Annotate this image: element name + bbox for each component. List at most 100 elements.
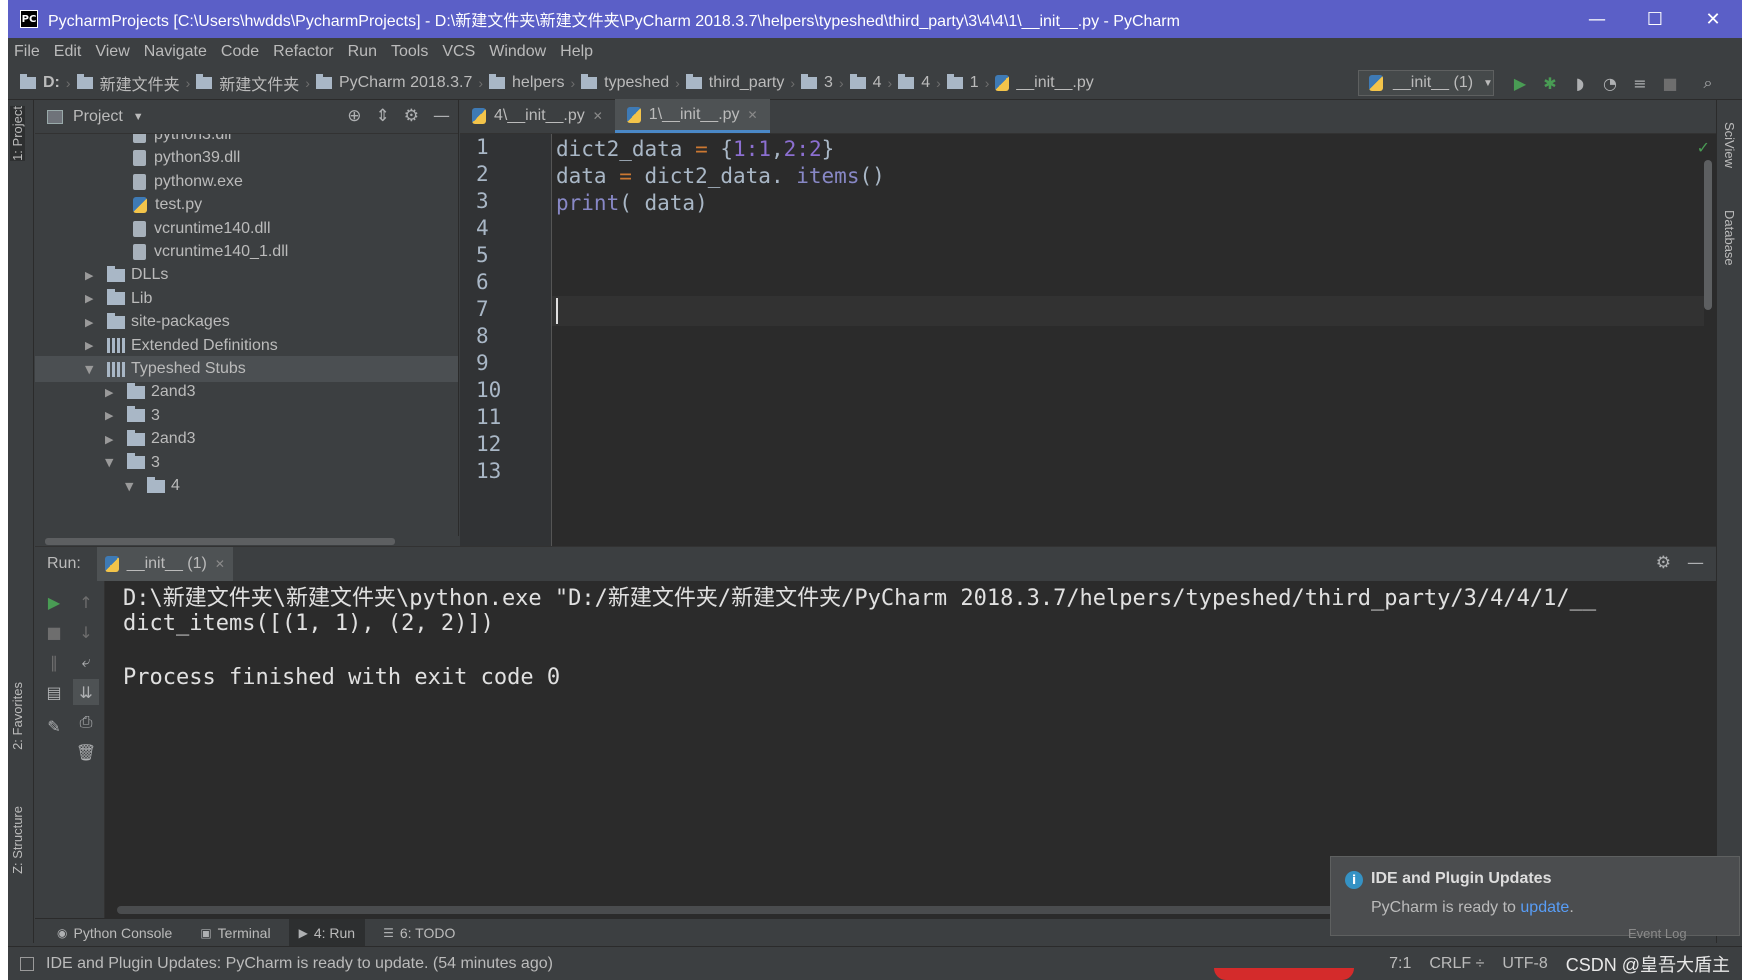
coverage-icon[interactable]: ◗ — [1570, 73, 1590, 93]
tool-windows-icon[interactable] — [20, 956, 34, 971]
menu-tools[interactable]: Tools — [391, 43, 428, 61]
code-area[interactable]: dict2_data = {1:1, 2:2} data = dict2_data… — [552, 134, 1704, 546]
stop-icon[interactable]: ■ — [1660, 73, 1680, 93]
editor-scrollbar-thumb[interactable] — [1704, 160, 1712, 310]
close-tab-icon[interactable]: ✕ — [215, 557, 225, 571]
trash-icon[interactable]: 🗑 — [73, 739, 99, 765]
project-panel-title[interactable]: Project — [73, 108, 123, 126]
close-tab-icon[interactable]: ✕ — [593, 109, 603, 123]
horizontal-scrollbar[interactable] — [35, 536, 459, 546]
menu-code[interactable]: Code — [221, 43, 259, 61]
menu-vcs[interactable]: VCS — [442, 43, 475, 61]
tool-tab-python-console[interactable]: ◉ Python Console — [47, 919, 182, 947]
editor-tab-active[interactable]: 1\__init__.py ✕ — [614, 99, 770, 133]
run-configuration-select[interactable]: __init__ (1) ▼ — [1358, 70, 1494, 96]
tree-item[interactable]: pythonw.exe — [35, 169, 458, 195]
chevron-right-icon[interactable]: ▶ — [105, 433, 119, 446]
close-button[interactable]: ✕ — [1684, 0, 1742, 38]
breadcrumb-item[interactable]: typeshed › — [581, 73, 680, 92]
file-encoding[interactable]: UTF-8 — [1502, 955, 1547, 973]
database-tool-tab[interactable]: Database — [1722, 210, 1737, 266]
tree-item[interactable]: ▶ Extended Definitions — [35, 333, 458, 359]
chevron-down-icon[interactable]: ▼ — [105, 456, 119, 469]
breadcrumb-file[interactable]: __init__.py — [995, 74, 1094, 92]
status-message[interactable]: IDE and Plugin Updates: PyCharm is ready… — [46, 955, 553, 973]
menu-view[interactable]: View — [95, 43, 129, 61]
tree-item[interactable]: python39.dll — [35, 145, 458, 171]
sciview-tool-tab[interactable]: SciView — [1722, 122, 1737, 168]
up-arrow-icon[interactable]: ↑ — [73, 589, 99, 615]
code-line-1[interactable]: dict2_data = {1:1, 2:2} — [552, 134, 1704, 164]
chevron-down-icon[interactable]: ▼ — [125, 480, 139, 493]
breadcrumb-item[interactable]: 1 › — [946, 73, 989, 92]
profile-icon[interactable]: ◔ — [1600, 73, 1620, 93]
search-icon[interactable]: ⌕ — [1698, 73, 1718, 93]
maximize-button[interactable]: ☐ — [1626, 0, 1684, 38]
run-icon[interactable]: ▶ — [1510, 73, 1530, 93]
tree-item[interactable]: vcruntime140.dll — [35, 216, 458, 242]
rerun-icon[interactable]: ▶ — [41, 589, 67, 615]
breadcrumb-item[interactable]: PyCharm 2018.3.7 › — [315, 73, 483, 92]
line-separator[interactable]: CRLF ÷ — [1429, 955, 1484, 973]
tree-item[interactable]: ▶ 2and3 — [35, 426, 458, 452]
tree-item[interactable]: ▼ 4 — [35, 473, 458, 499]
editor-tab[interactable]: 4\__init__.py ✕ — [460, 99, 615, 133]
code-line-3[interactable]: print( data) — [552, 188, 1704, 218]
menu-run[interactable]: Run — [348, 43, 377, 61]
close-tab-icon[interactable]: ✕ — [748, 108, 758, 122]
code-line-current[interactable] — [552, 296, 1704, 326]
breadcrumb-item[interactable]: 4 › — [849, 73, 892, 92]
debug-icon[interactable]: ✱ — [1540, 73, 1560, 93]
tree-item[interactable]: test.py — [35, 192, 458, 218]
chevron-right-icon[interactable]: ▶ — [85, 292, 99, 305]
menu-file[interactable]: File — [14, 43, 40, 61]
layout-icon[interactable]: ▤ — [41, 679, 67, 705]
chevron-right-icon[interactable]: ▶ — [105, 409, 119, 422]
hide-icon[interactable]: — — [433, 106, 450, 126]
caret-position[interactable]: 7:1 — [1389, 955, 1411, 973]
favorites-tool-tab[interactable]: 2: Favorites — [10, 682, 25, 750]
chevron-right-icon[interactable]: ▶ — [85, 269, 99, 282]
run-tab[interactable]: __init__ (1) ✕ — [96, 547, 233, 581]
breadcrumb-item[interactable]: 3 › — [801, 73, 844, 92]
tree-item[interactable]: ▶ 3 — [35, 403, 458, 429]
console-output[interactable]: D:\新建文件夹\新建文件夹\python.exe "D:/新建文件夹/新建文件… — [117, 581, 1707, 901]
menu-navigate[interactable]: Navigate — [144, 43, 207, 61]
menu-refactor[interactable]: Refactor — [273, 43, 333, 61]
update-notification[interactable]: i IDE and Plugin Updates PyCharm is read… — [1330, 856, 1740, 936]
tool-tab-todo[interactable]: ☰ 6: TODO — [373, 919, 465, 947]
locate-icon[interactable]: ⊕ — [347, 106, 361, 126]
breadcrumb-item[interactable]: 新建文件夹 › — [196, 71, 310, 95]
tree-item[interactable]: ▶ Lib — [35, 286, 458, 312]
chevron-down-icon[interactable]: ▼ — [85, 363, 99, 376]
scrollbar-thumb[interactable] — [45, 538, 395, 545]
update-link[interactable]: update — [1520, 899, 1569, 916]
menu-help[interactable]: Help — [560, 43, 593, 61]
print-icon[interactable]: ⎙ — [73, 709, 99, 735]
tool-tab-terminal[interactable]: ▣ Terminal — [190, 919, 280, 947]
breadcrumb-item[interactable]: D: › — [20, 73, 71, 92]
minimize-button[interactable]: — — [1568, 0, 1626, 38]
breadcrumb-item[interactable]: 新建文件夹 › — [76, 71, 190, 95]
stop-icon[interactable]: ■ — [41, 619, 67, 645]
concurrency-icon[interactable]: ≡ — [1630, 73, 1650, 93]
tree-item[interactable]: ▶ DLLs — [35, 262, 458, 288]
chevron-right-icon[interactable]: ▶ — [85, 339, 99, 352]
tree-item[interactable]: ▼ 3 — [35, 450, 458, 476]
chevron-right-icon[interactable]: ▶ — [105, 386, 119, 399]
chevron-down-icon[interactable]: ▼ — [133, 111, 144, 123]
collapse-all-icon[interactable]: ⇕ — [376, 106, 390, 126]
tree-item[interactable]: ▶ 2and3 — [35, 379, 458, 405]
event-log-link[interactable]: Event Log — [1628, 926, 1687, 941]
tool-tab-run[interactable]: ▶ 4: Run — [288, 918, 366, 947]
gear-icon[interactable]: ⚙ — [1656, 553, 1671, 573]
project-tool-tab[interactable]: 1: Project — [10, 106, 25, 161]
breadcrumb-item[interactable]: helpers › — [489, 73, 575, 92]
menu-edit[interactable]: Edit — [54, 43, 82, 61]
pin-icon[interactable]: ✎ — [41, 713, 67, 739]
gear-icon[interactable]: ⚙ — [404, 106, 419, 126]
code-line-2[interactable]: data = dict2_data. items() — [552, 161, 1704, 191]
menu-window[interactable]: Window — [489, 43, 546, 61]
tree-item[interactable]: ▶ site-packages — [35, 309, 458, 335]
down-arrow-icon[interactable]: ↓ — [73, 619, 99, 645]
